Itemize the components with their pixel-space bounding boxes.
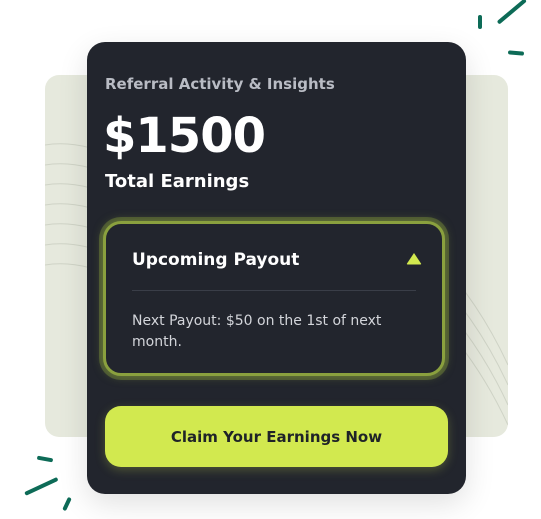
claim-earnings-button[interactable]: Claim Your Earnings Now bbox=[105, 406, 448, 467]
earnings-card: Referral Activity & Insights $1500 Total… bbox=[87, 42, 466, 494]
decor-dash bbox=[496, 0, 527, 25]
upcoming-payout-panel: Upcoming Payout Next Payout: $50 on the … bbox=[103, 221, 445, 376]
decor-dash bbox=[62, 496, 72, 512]
total-earnings-label: Total Earnings bbox=[105, 171, 250, 192]
decor-dash bbox=[24, 476, 59, 496]
payout-title: Upcoming Payout bbox=[132, 250, 300, 270]
decor-dash bbox=[507, 50, 525, 56]
page-stage: Referral Activity & Insights $1500 Total… bbox=[0, 0, 541, 519]
card-kicker: Referral Activity & Insights bbox=[105, 75, 335, 93]
payout-divider bbox=[132, 290, 416, 291]
decor-dash bbox=[36, 455, 54, 463]
payout-details: Next Payout: $50 on the 1st of next mont… bbox=[132, 313, 382, 350]
decor-dash bbox=[478, 15, 482, 29]
total-earnings-amount: $1500 bbox=[103, 108, 266, 164]
